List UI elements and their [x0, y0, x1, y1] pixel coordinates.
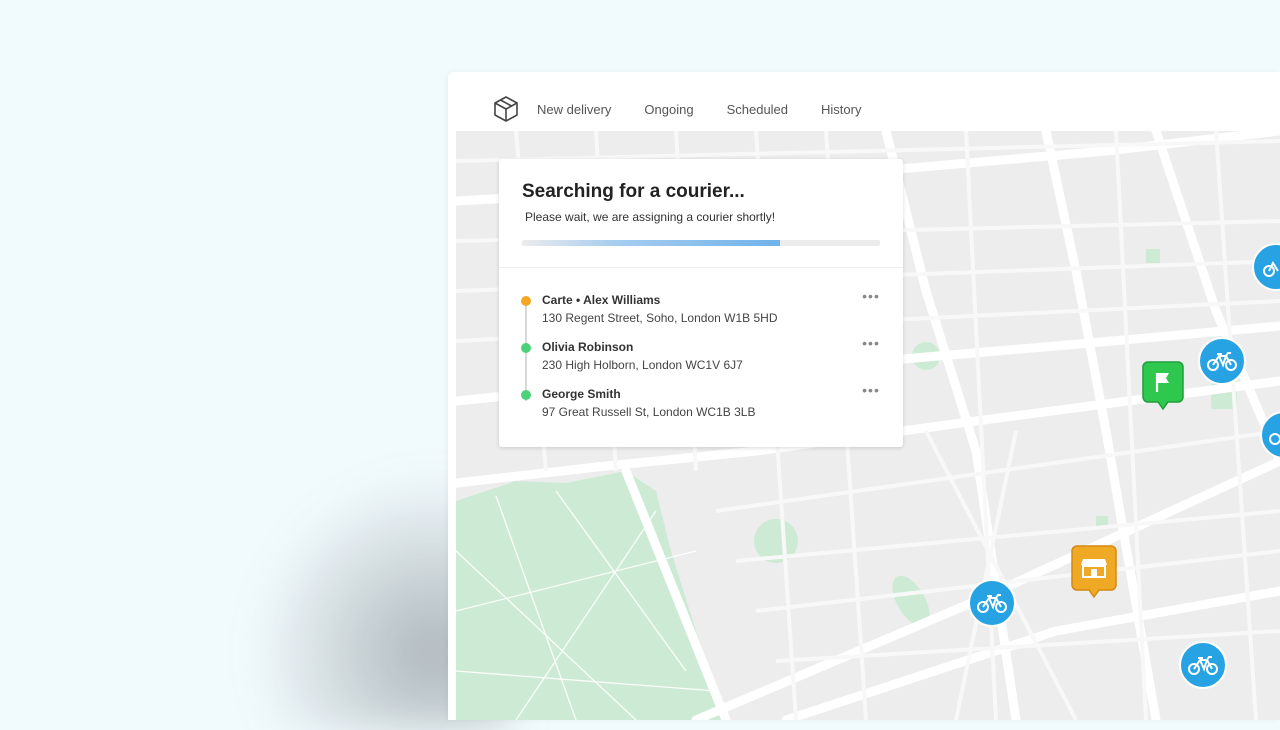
stop-address: 230 High Holborn, London WC1V 6J7 — [542, 358, 743, 372]
bike-icon — [1260, 411, 1280, 459]
dropoff-dot — [521, 390, 531, 400]
stop-name: Olivia Robinson — [542, 340, 634, 354]
app-window: New delivery Ongoing Scheduled History S… — [448, 72, 1280, 720]
courier-bike-marker[interactable] — [1179, 641, 1227, 694]
pickup-shop-marker[interactable] — [1071, 545, 1117, 604]
search-progress-fill — [522, 240, 780, 246]
dropoff-dot — [521, 343, 531, 353]
destination-flag-marker[interactable] — [1142, 361, 1184, 416]
flag-icon — [1142, 361, 1184, 411]
more-options-icon[interactable]: ••• — [861, 336, 881, 350]
box-logo-icon[interactable] — [492, 95, 520, 123]
more-options-icon[interactable]: ••• — [861, 289, 881, 303]
nav-new-delivery[interactable]: New delivery — [537, 102, 611, 117]
bike-icon — [968, 579, 1016, 627]
stop-name: Carte • Alex Williams — [542, 293, 661, 307]
search-progress-bar — [522, 240, 880, 246]
bike-icon — [1198, 337, 1246, 385]
courier-bike-marker[interactable] — [1252, 243, 1280, 296]
courier-search-card: Searching for a courier... Please wait, … — [499, 159, 903, 447]
stop-address: 97 Great Russell St, London WC1B 3LB — [542, 405, 756, 419]
stop-name: George Smith — [542, 387, 621, 401]
stop-item[interactable]: Olivia Robinson 230 High Holborn, London… — [499, 334, 903, 374]
top-navigation: New delivery Ongoing Scheduled History — [456, 87, 1280, 132]
bike-icon — [1179, 641, 1227, 689]
card-subtitle: Please wait, we are assigning a courier … — [525, 210, 776, 224]
courier-bike-marker[interactable] — [1260, 411, 1280, 464]
shop-icon — [1071, 545, 1117, 599]
courier-bike-marker[interactable] — [1198, 337, 1246, 390]
card-title: Searching for a courier... — [522, 181, 745, 202]
courier-bike-marker[interactable] — [968, 579, 1016, 632]
nav-ongoing[interactable]: Ongoing — [644, 102, 693, 117]
stop-item[interactable]: George Smith 97 Great Russell St, London… — [499, 381, 903, 421]
nav-scheduled[interactable]: Scheduled — [727, 102, 788, 117]
nav-history[interactable]: History — [821, 102, 861, 117]
stop-item[interactable]: Carte • Alex Williams 130 Regent Street,… — [499, 287, 903, 327]
bike-icon — [1252, 243, 1280, 291]
stop-address: 130 Regent Street, Soho, London W1B 5HD — [542, 311, 778, 325]
map[interactable]: Searching for a courier... Please wait, … — [456, 131, 1280, 720]
more-options-icon[interactable]: ••• — [861, 383, 881, 397]
card-divider — [499, 267, 903, 268]
pickup-dot — [521, 296, 531, 306]
